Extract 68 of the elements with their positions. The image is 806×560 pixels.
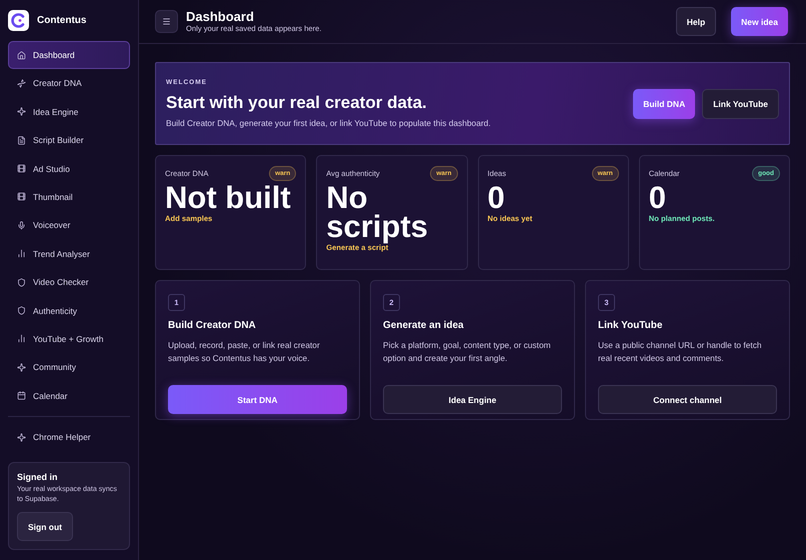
nav-label: Dashboard	[33, 50, 75, 60]
nav-item[interactable]: Creator DNA	[8, 69, 130, 98]
step-title: Link YouTube	[598, 320, 664, 331]
step-title: Generate an idea	[383, 320, 465, 331]
nav-item[interactable]: Video Checker	[8, 268, 130, 296]
step-button[interactable]: Connect channel	[598, 385, 777, 414]
sign-out-button[interactable]: Sign out	[17, 512, 73, 541]
nav-icon	[17, 50, 26, 60]
nav-label: YouTube + Growth	[33, 334, 104, 344]
menu-icon	[162, 17, 171, 26]
nav-label: Trend Analyser	[33, 248, 90, 259]
step-button[interactable]: Start DNA	[168, 385, 347, 414]
nav-icon	[17, 306, 26, 316]
nav-item[interactable]: Authenticity	[8, 296, 130, 325]
nav-label: Script Builder	[33, 135, 84, 146]
nav-item[interactable]: YouTube + Growth	[8, 324, 130, 353]
nav-label: Chrome Helper	[33, 432, 91, 442]
nav-icon	[17, 136, 26, 145]
nav-item[interactable]: Ad Studio	[8, 154, 130, 183]
nav-label: Authenticity	[33, 306, 77, 316]
nav-label: Thumbnail	[33, 192, 73, 202]
nav-item[interactable]: Chrome Helper	[8, 423, 130, 452]
header-button[interactable]: Help	[676, 7, 716, 36]
nav-icon	[17, 107, 26, 116]
nav-item[interactable]: Trend Analyser	[8, 240, 130, 268]
welcome-button[interactable]: Build DNA	[633, 88, 696, 118]
stat-value: No scripts	[326, 183, 429, 241]
nav-icon	[17, 220, 26, 230]
page-title: Dashboard	[186, 10, 255, 24]
welcome-title: Start with your real creator data.	[166, 93, 428, 113]
nav-icon	[17, 78, 26, 88]
nav-label: Creator DNA	[33, 78, 82, 88]
nav-icon	[17, 192, 26, 202]
stat-value: 0	[648, 183, 667, 212]
nav-item[interactable]: Thumbnail	[8, 182, 130, 211]
step-text: Use a public channel URL or handle to fetch real recent videos and comments.	[598, 339, 763, 366]
nav-label: Idea Engine	[33, 106, 78, 117]
nav-icon	[17, 362, 26, 372]
nav-icon	[17, 334, 26, 344]
step-text: Upload, record, paste, or link real creator samples so Contentus has your voice.	[168, 339, 321, 366]
nav-icon	[17, 278, 26, 287]
welcome-text: Build Creator DNA, generate your first idea, or link YouTube to populate this dashboard.	[166, 118, 492, 128]
menu-button[interactable]	[155, 10, 178, 33]
sparkle-icon	[17, 432, 26, 442]
stat-value: 0	[488, 183, 506, 212]
welcome-button[interactable]: Link YouTube	[702, 88, 779, 118]
nav-label: Voiceover	[33, 220, 70, 230]
stat-value: Not built	[165, 183, 292, 212]
nav-label: Ad Studio	[33, 164, 70, 174]
nav-label: Community	[33, 362, 76, 372]
nav-label: Video Checker	[33, 277, 89, 288]
nav-item[interactable]: Idea Engine	[8, 98, 130, 126]
brand-name: Contentus	[37, 15, 86, 26]
nav-icon	[17, 391, 26, 400]
nav-item[interactable]: Voiceover	[8, 211, 130, 240]
nav-item[interactable]: Calendar	[8, 382, 130, 410]
nav-item[interactable]: Script Builder	[8, 126, 130, 154]
step-text: Pick a platform, goal, content type, or custom option and create your first angle.	[383, 339, 552, 366]
header-button[interactable]: New idea	[731, 7, 788, 36]
nav-icon	[17, 164, 26, 174]
nav-label: Calendar	[33, 390, 68, 401]
nav-item[interactable]: Community	[8, 353, 130, 382]
account-title: Signed in	[17, 472, 58, 482]
step-button[interactable]: Idea Engine	[383, 385, 562, 414]
nav-icon	[17, 249, 26, 258]
logo-icon	[8, 10, 29, 31]
nav-item[interactable]: Dashboard	[8, 41, 130, 69]
step-title: Build Creator DNA	[168, 320, 257, 331]
